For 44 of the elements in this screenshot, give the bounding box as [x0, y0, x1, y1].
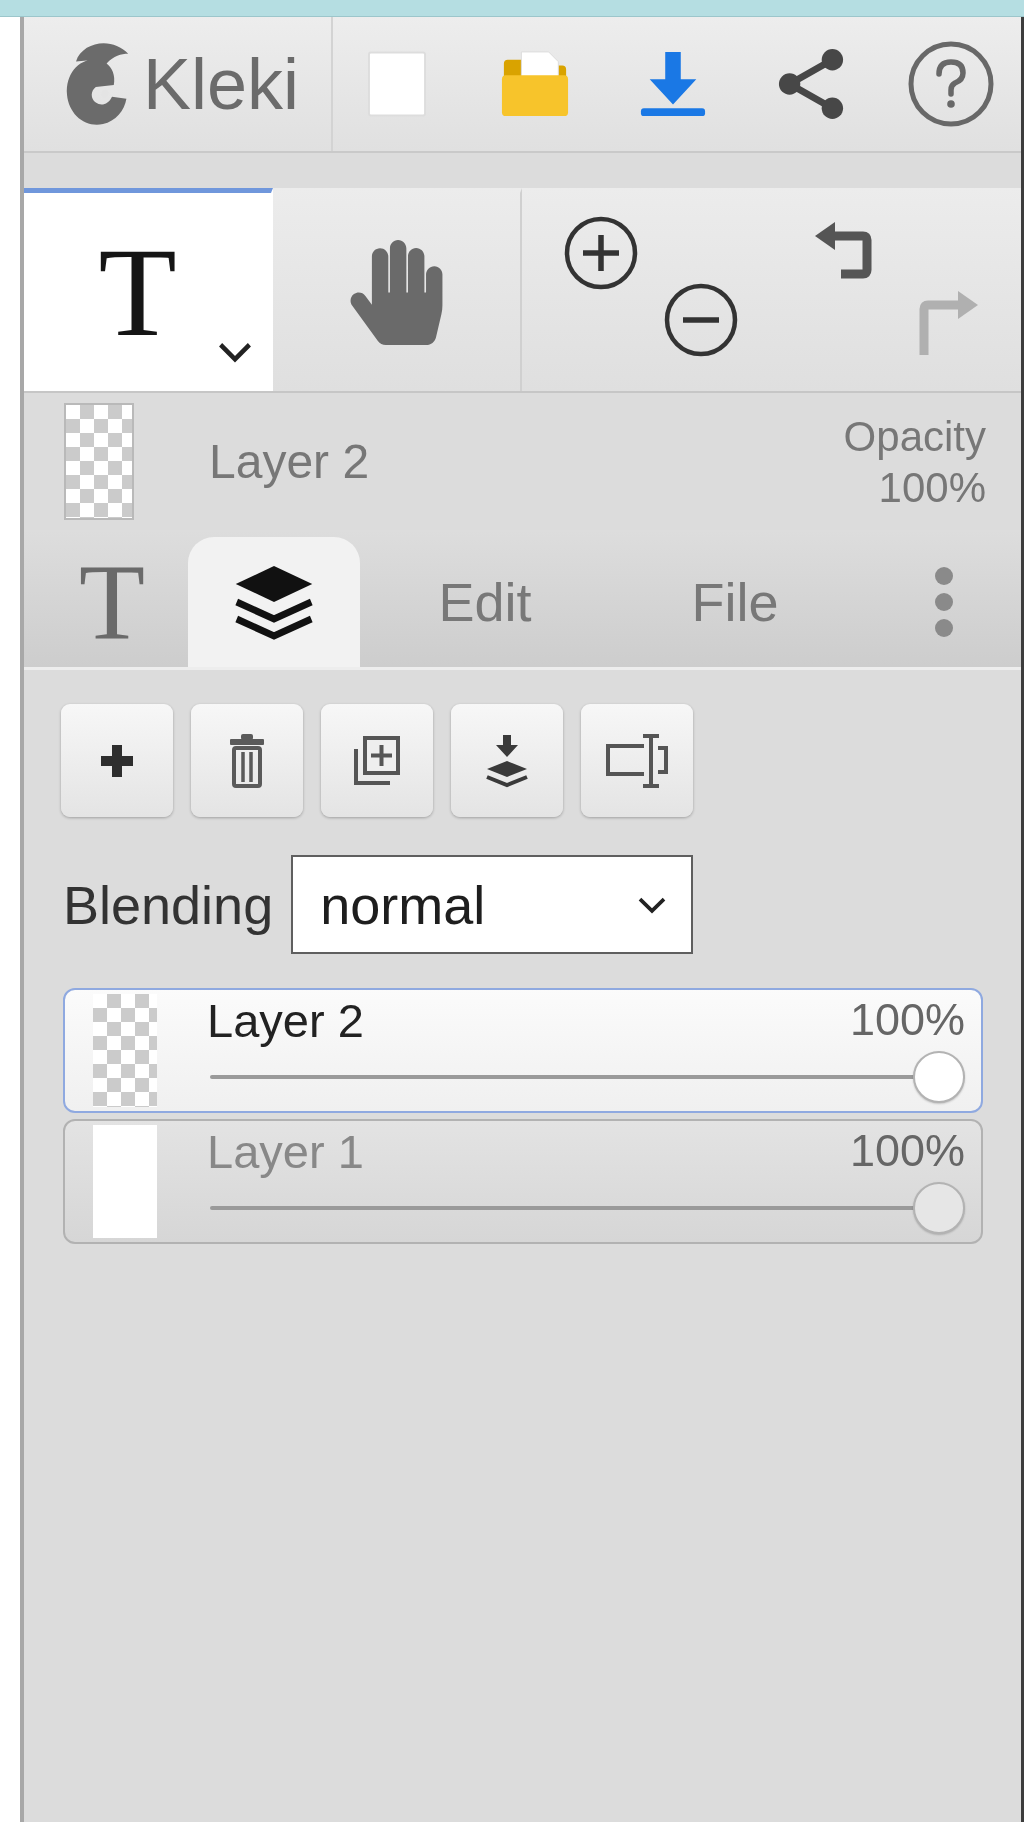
help-icon: [908, 41, 994, 127]
trash-icon: [229, 733, 265, 788]
more-icon: [932, 566, 956, 638]
layer-name: Layer 1: [207, 1123, 364, 1179]
layer-item[interactable]: Layer 2 100%: [63, 988, 983, 1113]
blending-label: Blending: [63, 873, 274, 936]
blend-mode-select[interactable]: normal: [291, 855, 694, 954]
blank-page-icon: [368, 51, 426, 117]
tab[interactable]: Edit: [360, 537, 610, 667]
caret-icon: [217, 341, 253, 363]
duplicate-icon: [352, 734, 402, 787]
layer-name: Layer 2: [207, 992, 364, 1048]
opacity-value: 100%: [849, 994, 965, 1046]
download-icon: [639, 50, 707, 118]
delete-layer-button[interactable]: [191, 704, 303, 817]
opacity-label: Opacity: [843, 411, 986, 462]
tab[interactable]: [188, 537, 360, 667]
zoom-in-button[interactable]: [563, 215, 639, 291]
share-icon: [776, 48, 846, 120]
logo-text: Kleki: [143, 48, 300, 120]
add-layer-button[interactable]: [61, 704, 173, 817]
tab[interactable]: File: [610, 537, 860, 667]
slider-thumb[interactable]: [913, 1051, 965, 1103]
layer-item[interactable]: Layer 1 100%: [63, 1119, 983, 1244]
zoom-in-icon: [563, 215, 639, 291]
merge-down-icon: [483, 732, 531, 789]
opacity-slider[interactable]: [210, 1182, 965, 1234]
duplicate-layer-button[interactable]: [321, 704, 433, 817]
opacity-value: 100%: [878, 462, 986, 513]
text-tool-button[interactable]: T: [24, 188, 273, 391]
plus-icon: [99, 742, 135, 779]
folder-icon: [500, 49, 570, 119]
layer-name: Layer 2: [209, 434, 370, 489]
caret-icon: [637, 895, 668, 914]
help-button[interactable]: [907, 40, 995, 128]
opacity-value: 100%: [849, 1125, 965, 1177]
rename-icon: [604, 731, 670, 790]
opacity-slider[interactable]: [210, 1051, 965, 1103]
slider-thumb[interactable]: [913, 1182, 965, 1234]
rename-layer-button[interactable]: [581, 704, 693, 817]
tab[interactable]: T: [24, 537, 188, 667]
zoom-out-icon: [663, 282, 739, 358]
zoom-out-button[interactable]: [663, 282, 739, 358]
merge-layer-button[interactable]: [451, 704, 563, 817]
